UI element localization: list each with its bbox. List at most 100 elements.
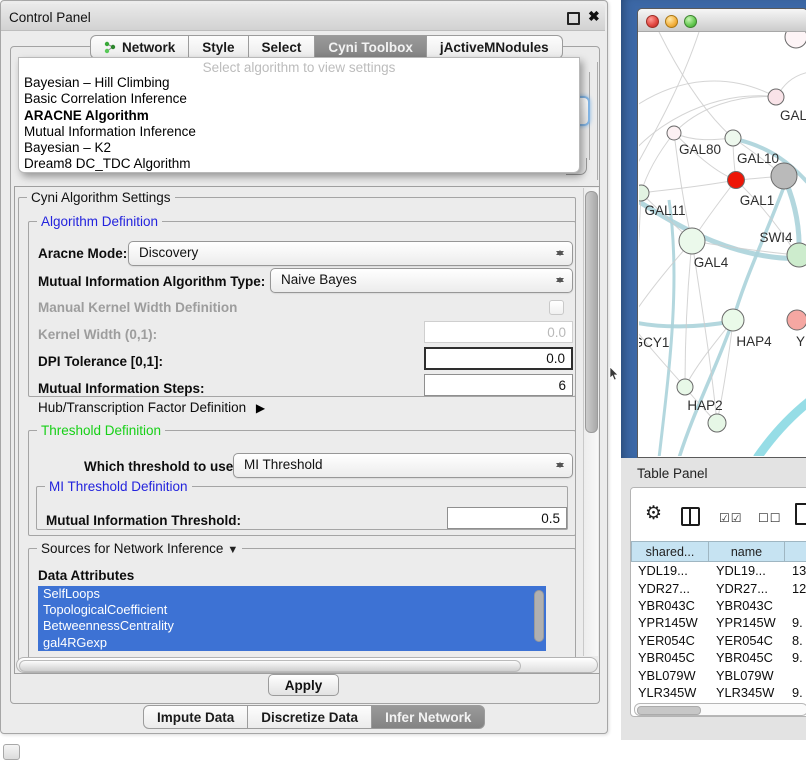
network-edge[interactable]: [757, 400, 806, 456]
network-node-gal80[interactable]: [667, 126, 681, 140]
algorithm-option[interactable]: Mutual Information Inference: [21, 124, 573, 140]
float-window-icon[interactable]: [567, 12, 580, 25]
table-cell: YDR27...: [631, 581, 709, 596]
table-cell: YBL079W: [631, 668, 709, 683]
network-node-swi4[interactable]: [787, 243, 806, 267]
network-edge[interactable]: [659, 32, 733, 138]
close-panel-icon[interactable]: ✖: [588, 8, 600, 25]
algorithm-option[interactable]: Basic Correlation Inference: [21, 91, 573, 107]
bottom-tab-impute-data[interactable]: Impute Data: [143, 705, 248, 729]
network-node-gal[interactable]: [768, 89, 784, 105]
network-node-hap4[interactable]: [722, 309, 744, 331]
deselect-all-checkboxes-icon[interactable]: ☐☐: [758, 511, 782, 525]
tab-network[interactable]: Network: [90, 35, 189, 59]
network-canvas[interactable]: GALGAL80GAL10GAL1GAL11GAL4SWI4GCY1HAP4YH…: [639, 32, 806, 456]
mi-steps-label: Mutual Information Steps:: [38, 381, 205, 396]
table-cell: 9.: [785, 615, 806, 630]
dpi-tolerance-field[interactable]: 0.0: [424, 347, 573, 370]
table-row[interactable]: YLR345WYLR345W9.: [631, 684, 806, 701]
network-view[interactable]: GALGAL80GAL10GAL1GAL11GAL4SWI4GCY1HAP4YH…: [639, 32, 806, 456]
tab-jactivemnodules[interactable]: jActiveMNodules: [427, 35, 563, 59]
collapse-down-icon[interactable]: ▼: [227, 544, 238, 556]
bottom-tab-discretize-data[interactable]: Discretize Data: [248, 705, 372, 729]
table-row[interactable]: YIL052CYIL052C9: [631, 701, 806, 702]
network-node-y[interactable]: [787, 310, 806, 330]
split-columns-icon[interactable]: [681, 507, 700, 526]
network-node-gal4[interactable]: [679, 228, 705, 254]
table-toolbar: ⚙ ☑☑ ☐☐: [631, 488, 806, 540]
table-horizontal-scrollbar[interactable]: [634, 703, 806, 716]
kernel-width-field[interactable]: 0.0: [424, 321, 573, 343]
algorithm-dropdown-popup: Select algorithm to view settings Bayesi…: [18, 57, 580, 173]
algorithm-option[interactable]: Bayesian – Hill Climbing: [21, 75, 573, 91]
network-edge[interactable]: [639, 322, 685, 387]
aracne-mode-select[interactable]: Discovery: [128, 241, 573, 266]
control-panel-titlebar[interactable]: [1, 4, 605, 31]
table-row[interactable]: YPR145WYPR145W9.: [631, 614, 806, 631]
network-node-gal1[interactable]: [728, 172, 745, 189]
zoom-traffic-light-icon[interactable]: [684, 15, 697, 28]
attribute-item[interactable]: BetweennessCentrality: [38, 618, 546, 634]
mi-algorithm-type-select[interactable]: Naive Bayes: [270, 268, 573, 293]
tab-style[interactable]: Style: [189, 35, 248, 59]
minimize-traffic-light-icon[interactable]: [665, 15, 678, 28]
close-traffic-light-icon[interactable]: [646, 15, 659, 28]
network-node-gal10[interactable]: [725, 130, 741, 146]
table-row[interactable]: YBR043CYBR043C: [631, 597, 806, 614]
data-attributes-list[interactable]: SelfLoopsTopologicalCoefficientBetweenne…: [38, 586, 546, 651]
network-edge[interactable]: [674, 97, 776, 133]
network-node-hap2[interactable]: [677, 379, 693, 395]
table-column-header[interactable]: A: [785, 541, 806, 562]
network-edge[interactable]: [639, 241, 692, 322]
network-edge[interactable]: [639, 193, 641, 322]
settings-vertical-scrollbar-thumb[interactable]: [585, 191, 598, 433]
cyni-algorithm-settings-title: Cyni Algorithm Settings: [27, 190, 175, 205]
bottom-tab-infer-network[interactable]: Infer Network: [372, 705, 485, 729]
table-column-header[interactable]: name: [709, 541, 785, 562]
table-row[interactable]: YBL079WYBL079W: [631, 666, 806, 683]
gear-icon[interactable]: ⚙: [645, 504, 662, 523]
apply-button[interactable]: Apply: [268, 674, 339, 696]
table-column-header[interactable]: shared...: [631, 541, 709, 562]
export-table-icon[interactable]: [795, 503, 806, 525]
network-edge[interactable]: [639, 81, 776, 107]
network-window[interactable]: GALGAL80GAL10GAL1GAL11GAL4SWI4GCY1HAP4YH…: [637, 8, 806, 458]
mi-steps-field[interactable]: 6: [424, 374, 573, 396]
algorithm-option[interactable]: Bayesian – K2: [21, 140, 573, 156]
table-row[interactable]: YDR27...YDR27...12: [631, 579, 806, 596]
algorithm-option[interactable]: ARACNE Algorithm: [21, 108, 573, 124]
algorithm-option[interactable]: Dream8 DC_TDC Algorithm: [21, 156, 573, 172]
expand-right-icon[interactable]: ▶: [256, 401, 265, 415]
network-edge[interactable]: [685, 241, 692, 387]
attributes-scrollbar-thumb[interactable]: [534, 590, 544, 642]
bottom-tab-label: Infer Network: [385, 706, 471, 729]
tab-label: Style: [202, 36, 234, 59]
table-cell: YPR145W: [709, 615, 785, 630]
mi-threshold-field[interactable]: 0.5: [447, 507, 567, 529]
network-edge[interactable]: [641, 133, 674, 193]
table-cell: 12: [785, 581, 806, 596]
network-window-titlebar[interactable]: [638, 9, 806, 32]
network-edge[interactable]: [641, 180, 736, 193]
hub-transcription-section[interactable]: Hub/Transcription Factor Definition ▶: [38, 400, 265, 415]
table-horizontal-scrollbar-thumb[interactable]: [637, 706, 701, 715]
settings-horizontal-scrollbar-thumb[interactable]: [19, 660, 521, 672]
docked-panel-icon[interactable]: [3, 744, 20, 760]
tab-select[interactable]: Select: [249, 35, 316, 59]
which-threshold-select[interactable]: MI Threshold: [233, 453, 573, 478]
network-node[interactable]: [785, 32, 806, 48]
network-node-label: GAL: [780, 108, 806, 123]
table-row[interactable]: YBR045CYBR045C9.: [631, 649, 806, 666]
table-row[interactable]: YDL19...YDL19...13: [631, 562, 806, 579]
attribute-item[interactable]: SelfLoops: [38, 586, 546, 602]
table-cell: YBR045C: [709, 650, 785, 665]
manual-kernel-width-checkbox[interactable]: [549, 300, 564, 315]
attribute-item[interactable]: TopologicalCoefficient: [38, 602, 546, 618]
network-node[interactable]: [771, 163, 797, 189]
attribute-item[interactable]: gal4RGexp: [38, 635, 546, 651]
table-row[interactable]: YER054CYER054C8.: [631, 632, 806, 649]
network-node[interactable]: [708, 414, 726, 432]
tab-cyni-toolbox[interactable]: Cyni Toolbox: [315, 35, 427, 59]
select-all-checkboxes-icon[interactable]: ☑☑: [719, 511, 743, 525]
network-edge[interactable]: [674, 133, 733, 140]
